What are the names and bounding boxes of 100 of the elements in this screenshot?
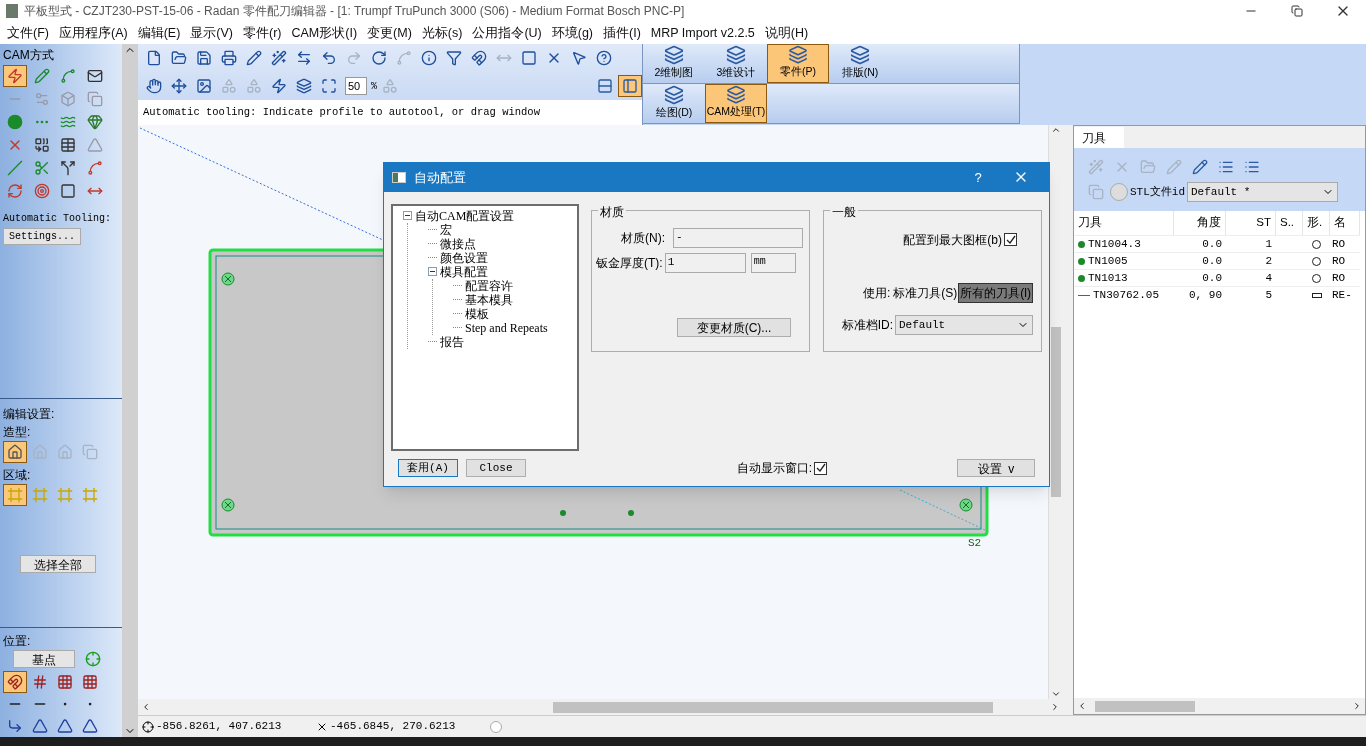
cursor-coordinates: -856.8261, 407.6213	[156, 719, 283, 735]
tree-item[interactable]: 模板	[465, 307, 489, 320]
scroll-left-icon[interactable]	[141, 702, 151, 712]
menu-item[interactable]: 编辑(E)	[132, 23, 186, 43]
crosshair-icon[interactable]	[85, 651, 101, 667]
base-point-button[interactable]: 基点	[13, 650, 75, 668]
help-button[interactable]: ?	[963, 167, 993, 188]
table-cell: TN1005	[1074, 252, 1174, 269]
apply-button[interactable]: 套用(A)	[398, 459, 458, 478]
mode-button[interactable]: CAM处理(T)	[705, 84, 767, 123]
scroll-left-icon[interactable]	[1077, 701, 1087, 711]
stl-select[interactable]: Default *	[1187, 182, 1338, 202]
tree-item[interactable]: 报告	[440, 335, 464, 348]
zoom-field[interactable]: 50	[345, 77, 367, 95]
scroll-right-icon[interactable]	[1352, 701, 1362, 711]
layers-icon	[788, 45, 808, 65]
region-icon[interactable]	[3, 484, 27, 507]
mode-button[interactable]: 3维设计	[705, 44, 767, 83]
tree-item[interactable]: 微接点	[440, 237, 476, 250]
scroll-down-icon[interactable]	[1051, 689, 1061, 699]
layers-icon	[664, 85, 684, 106]
settings-button[interactable]: Settings...	[3, 228, 81, 246]
tree-item[interactable]: 颜色设置	[440, 251, 488, 264]
menu-item[interactable]: 文件(F)	[2, 23, 54, 43]
horizontal-scrollbar[interactable]	[1074, 698, 1365, 714]
magnet-icon[interactable]	[3, 671, 27, 693]
menu-item[interactable]: CAM形状(I)	[286, 23, 363, 43]
column-header[interactable]: 形.	[1303, 211, 1330, 235]
standard-id-select[interactable]: Default	[895, 314, 1033, 335]
panel-title: 位置:	[3, 633, 32, 650]
table-cell: 4	[1226, 269, 1276, 286]
column-header[interactable]: S..	[1276, 211, 1303, 235]
collapse-icon[interactable]	[428, 267, 437, 277]
app-logo-icon	[6, 4, 18, 18]
table-cell: TN1013	[1074, 269, 1174, 286]
punch-dot	[628, 510, 634, 516]
tool-source-toggle[interactable]: 所有的刀具(l)	[958, 282, 1033, 303]
punch-dot	[560, 510, 566, 516]
menu-item[interactable]: 插件(I)	[598, 23, 646, 43]
layers-icon	[850, 45, 870, 66]
menu-item[interactable]: 公用指令(U)	[467, 23, 547, 43]
menu-item[interactable]: 应用程序(A)	[53, 23, 133, 43]
field-label: 材质(N):	[621, 229, 666, 247]
punch-hit-icon	[959, 498, 973, 512]
tree-item[interactable]: 基本模具	[465, 293, 513, 306]
menu-item[interactable]: 环境(g)	[546, 23, 599, 43]
scroll-thumb[interactable]	[553, 701, 993, 713]
settings-dropdown-button[interactable]: 设置 v	[957, 459, 1035, 478]
column-header[interactable]: ST	[1226, 211, 1276, 235]
mode-button[interactable]: 绘图(D)	[643, 84, 705, 123]
menu-item[interactable]: 说明(H)	[759, 23, 814, 43]
section-label: Automatic Tooling:	[3, 212, 113, 226]
menu-item[interactable]: 零件(r)	[238, 23, 287, 43]
table-cell: TN30762.05	[1074, 286, 1174, 303]
scroll-thumb[interactable]	[1051, 327, 1061, 497]
tree-item[interactable]: 模具配置	[440, 265, 488, 278]
menu-item[interactable]: 显示(V)	[185, 23, 238, 43]
table-cell: 0, 90	[1174, 286, 1226, 303]
scroll-right-icon[interactable]	[1050, 702, 1060, 712]
scroll-thumb[interactable]	[1095, 700, 1195, 712]
menu-item[interactable]: MRP Import v2.2.5	[645, 23, 760, 43]
mode-button[interactable]: 2维制图	[643, 44, 705, 83]
checkbox[interactable]	[1004, 233, 1017, 247]
field-label: 使用:	[863, 284, 891, 302]
status-indicator-icon	[490, 720, 502, 733]
lightning-icon[interactable]	[3, 65, 27, 87]
column-header[interactable]: 名	[1330, 211, 1360, 235]
section-label: 造型:	[3, 424, 32, 442]
table-cell: 1	[1226, 235, 1276, 252]
panel-tab[interactable]: 刀具	[1074, 127, 1124, 148]
table-cell: 5	[1226, 286, 1276, 303]
change-material-button[interactable]: 变更材质(C)...	[677, 317, 791, 337]
line-tool-icon	[1078, 294, 1090, 296]
mode-button[interactable]: 排版(N)	[829, 44, 891, 83]
close-button[interactable]: Close	[466, 459, 526, 478]
checkbox[interactable]	[814, 461, 827, 475]
tree-item[interactable]: 宏	[440, 223, 452, 236]
select-all-button[interactable]: 选择全部	[20, 555, 96, 574]
hint-text: Automatic tooling: Indicate profile to autotool, or drag window	[143, 104, 540, 120]
tree-item[interactable]: 自动CAM配置设置	[415, 209, 515, 222]
column-header[interactable]: 刀具	[1074, 211, 1174, 235]
scroll-up-icon[interactable]	[1051, 125, 1061, 135]
menu-item[interactable]: 变更(M)	[362, 23, 417, 43]
mode-button[interactable]: 零件(P)	[767, 44, 829, 83]
field-label: 钣金厚度(T):	[596, 254, 663, 272]
layers-icon	[664, 45, 684, 66]
collapse-icon[interactable]	[403, 211, 412, 221]
canvas-label: S2	[968, 537, 982, 549]
material-field[interactable]: -	[673, 227, 803, 248]
panel-icon[interactable]	[618, 75, 642, 97]
tree-item[interactable]: 配置容许	[465, 279, 513, 292]
checkbox-label: 自动显示窗口:	[736, 460, 812, 478]
table-cell: RE-	[1330, 286, 1360, 303]
thickness-field[interactable]: 1	[664, 252, 746, 273]
tree-item[interactable]: Step and Repeats	[465, 321, 548, 334]
window-title: 平板型式 - CZJT230-PST-15-06 - Radan 零件配刀编辑器 - [1: Trumpf TruPunch 3000 (S06) - Medium Format Bosch PNC-P]	[24, 3, 686, 20]
table-cell: RO	[1330, 269, 1360, 286]
scrollbar[interactable]	[122, 44, 138, 737]
menu-item[interactable]: 光标(s)	[416, 23, 468, 43]
column-header[interactable]: 角度	[1174, 211, 1226, 235]
